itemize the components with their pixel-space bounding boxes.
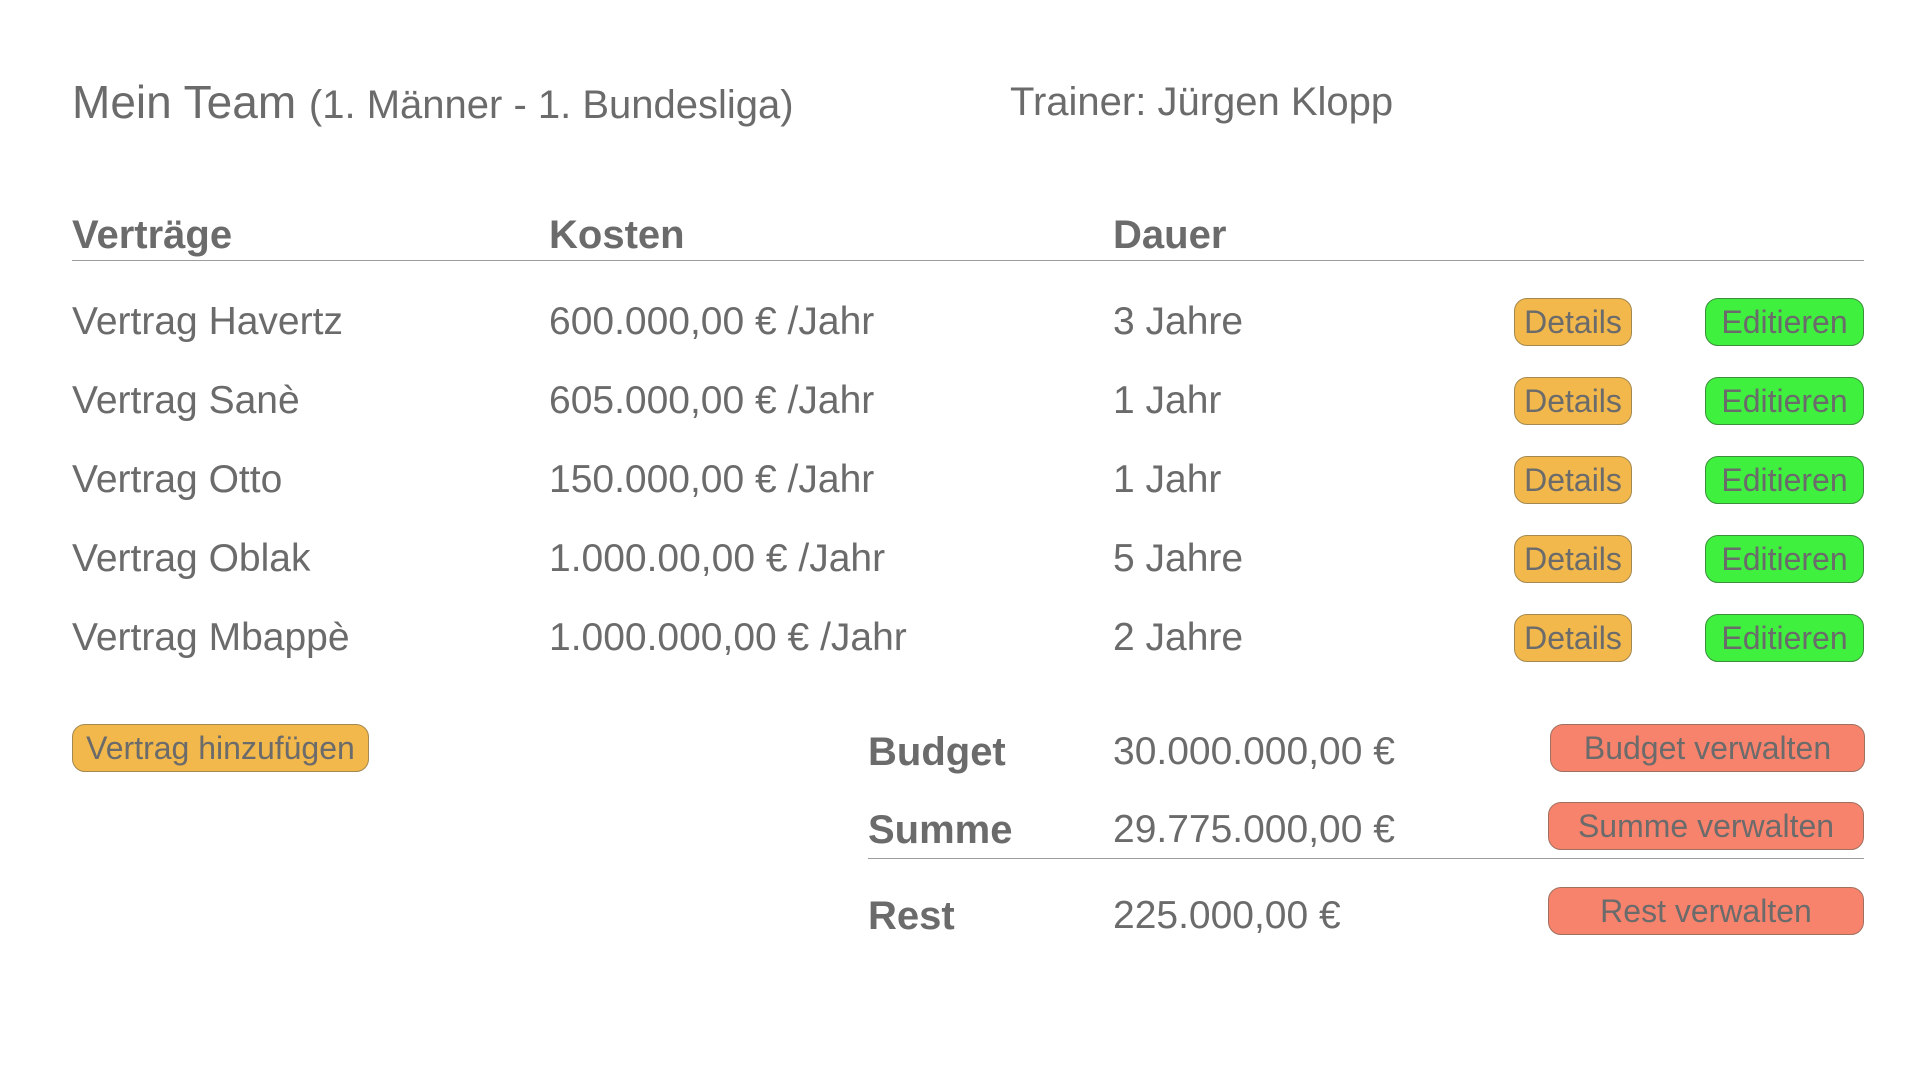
- add-contract-button[interactable]: Vertrag hinzufügen: [72, 724, 369, 772]
- contract-name: Vertrag Oblak: [72, 537, 311, 580]
- contract-duration: 1 Jahr: [1113, 379, 1222, 422]
- contract-cost: 605.000,00 € /Jahr: [549, 379, 875, 422]
- details-button[interactable]: Details: [1514, 614, 1632, 662]
- rest-label: Rest: [868, 894, 955, 938]
- column-header-duration: Dauer: [1113, 213, 1227, 257]
- trainer-label: Trainer: Jürgen Klopp: [1010, 80, 1394, 124]
- contract-name: Vertrag Mbappè: [72, 616, 350, 659]
- details-button[interactable]: Details: [1514, 377, 1632, 425]
- manage-sum-button[interactable]: Summe verwalten: [1548, 802, 1864, 850]
- edit-button[interactable]: Editieren: [1705, 535, 1864, 583]
- team-league-subtitle: (1. Männer - 1. Bundesliga): [308, 83, 794, 127]
- team-title: Mein Team: [72, 76, 297, 128]
- contract-row: Vertrag Otto 150.000,00 € /Jahr 1 Jahr D…: [0, 448, 1920, 512]
- page-title: Mein Team (1. Männer - 1. Bundesliga): [72, 74, 794, 133]
- contract-duration: 2 Jahre: [1113, 616, 1244, 659]
- sum-label: Summe: [868, 808, 1013, 852]
- contract-cost: 1.000.000,00 € /Jahr: [549, 616, 907, 659]
- edit-button[interactable]: Editieren: [1705, 456, 1864, 504]
- contract-name: Vertrag Sanè: [72, 379, 300, 422]
- details-button[interactable]: Details: [1514, 456, 1632, 504]
- contract-row: Vertrag Havertz 600.000,00 € /Jahr 3 Jah…: [0, 290, 1920, 354]
- contract-name: Vertrag Otto: [72, 458, 283, 501]
- edit-button[interactable]: Editieren: [1705, 298, 1864, 346]
- details-button[interactable]: Details: [1514, 535, 1632, 583]
- edit-button[interactable]: Editieren: [1705, 377, 1864, 425]
- summary-divider: [868, 858, 1864, 859]
- contract-cost: 600.000,00 € /Jahr: [549, 300, 875, 343]
- contract-cost: 1.000.00,00 € /Jahr: [549, 537, 886, 580]
- edit-button[interactable]: Editieren: [1705, 614, 1864, 662]
- contract-duration: 5 Jahre: [1113, 537, 1244, 580]
- contract-cost: 150.000,00 € /Jahr: [549, 458, 875, 501]
- contract-row: Vertrag Sanè 605.000,00 € /Jahr 1 Jahr D…: [0, 369, 1920, 433]
- contract-name: Vertrag Havertz: [72, 300, 343, 343]
- budget-value: 30.000.000,00 €: [1113, 730, 1395, 773]
- details-button[interactable]: Details: [1514, 298, 1632, 346]
- contract-row: Vertrag Mbappè 1.000.000,00 € /Jahr 2 Ja…: [0, 606, 1920, 670]
- column-header-costs: Kosten: [549, 213, 685, 257]
- contract-duration: 3 Jahre: [1113, 300, 1244, 343]
- rest-value: 225.000,00 €: [1113, 894, 1341, 937]
- contract-row: Vertrag Oblak 1.000.00,00 € /Jahr 5 Jahr…: [0, 527, 1920, 591]
- sum-value: 29.775.000,00 €: [1113, 808, 1395, 851]
- header-divider: [72, 260, 1864, 261]
- manage-budget-button[interactable]: Budget verwalten: [1550, 724, 1865, 772]
- budget-label: Budget: [868, 730, 1006, 774]
- manage-rest-button[interactable]: Rest verwalten: [1548, 887, 1864, 935]
- column-header-contracts: Verträge: [72, 213, 233, 257]
- contract-duration: 1 Jahr: [1113, 458, 1222, 501]
